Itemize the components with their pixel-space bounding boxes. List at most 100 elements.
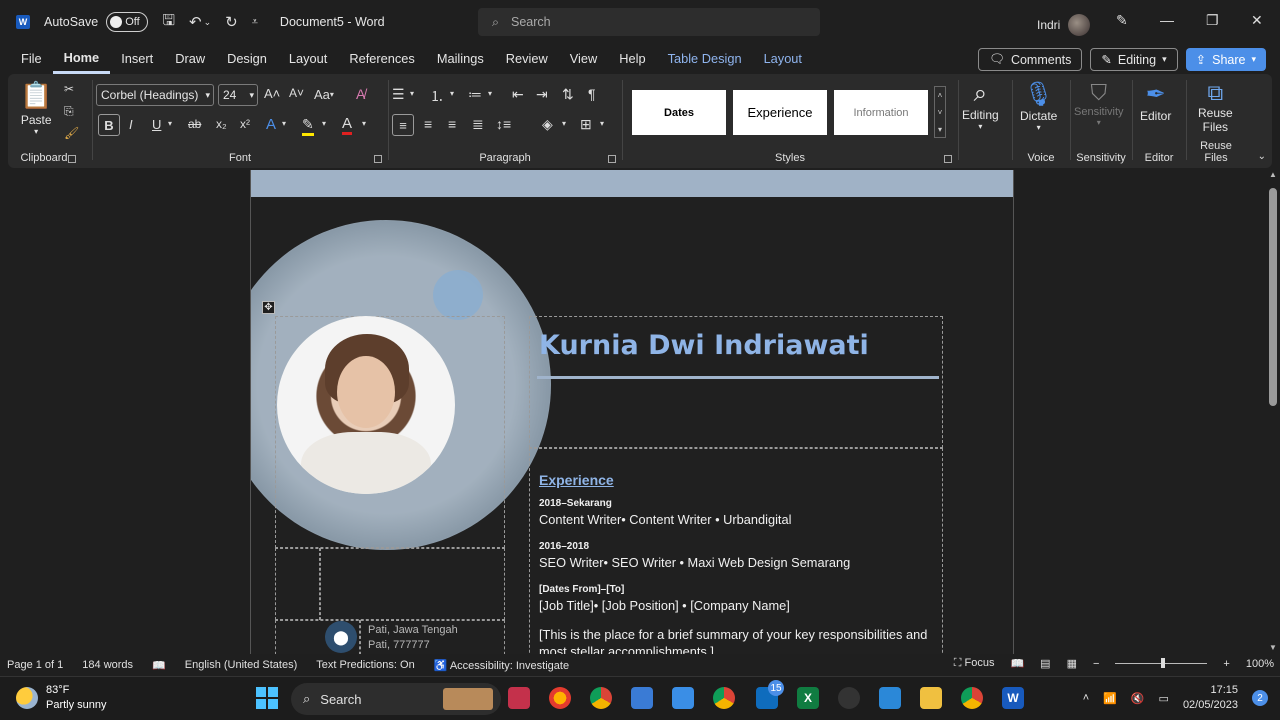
font-color-icon[interactable]: A <box>342 115 353 135</box>
chevron-down-icon[interactable]: ▾ <box>282 119 286 128</box>
style-dates[interactable]: Dates <box>632 90 726 135</box>
borders-icon[interactable]: ⊞ <box>580 116 592 133</box>
multilevel-list-icon[interactable]: ≔ <box>468 86 482 103</box>
shading-icon[interactable]: ◈ <box>542 116 553 133</box>
justify-icon[interactable]: ≣ <box>472 116 484 133</box>
store-icon[interactable] <box>631 687 653 709</box>
italic-icon[interactable]: I <box>129 117 133 132</box>
clock[interactable]: 17:15 02/05/2023 <box>1183 683 1238 713</box>
style-information[interactable]: Information <box>834 90 928 135</box>
zoom-level[interactable]: 100% <box>1246 658 1274 670</box>
focus-button[interactable]: ⛶ Focus <box>954 657 995 670</box>
tab-references[interactable]: References <box>338 44 425 74</box>
entry-1-dates[interactable]: 2018–Sekarang <box>539 498 612 509</box>
tab-design[interactable]: Design <box>216 44 278 74</box>
chevron-down-icon[interactable]: ▾ <box>322 119 326 128</box>
align-center-icon[interactable]: ≡ <box>424 116 432 132</box>
notepad-icon[interactable] <box>672 687 694 709</box>
entry-3-dates[interactable]: [Dates From]–[To] <box>539 584 624 595</box>
location-line-2[interactable]: Pati, 777777 <box>368 639 430 651</box>
notification-badge[interactable]: 2 <box>1252 690 1268 706</box>
chevron-down-icon[interactable]: ▾ <box>450 89 454 98</box>
styles-scroll[interactable]: ˄ ˅ ▾ <box>934 86 946 138</box>
page-count[interactable]: Page 1 of 1 <box>7 659 63 671</box>
align-right-icon[interactable]: ≡ <box>448 116 456 132</box>
superscript-icon[interactable]: x² <box>240 117 250 131</box>
excel-icon[interactable]: X <box>797 687 819 709</box>
chevron-down-icon[interactable]: ▾ <box>410 89 414 98</box>
dictate-button[interactable]: 🎙 Dictate ▾ <box>1020 80 1057 132</box>
chevron-down-icon[interactable]: ▾ <box>600 119 604 128</box>
pen-icon[interactable]: ✎ <box>1116 12 1128 29</box>
file-explorer-icon[interactable] <box>920 687 942 709</box>
obs-icon[interactable] <box>838 687 860 709</box>
document-canvas[interactable]: ✥ Kurnia Dwi Indriawati Experience 2018–… <box>0 168 1266 654</box>
scroll-up-icon[interactable]: ▲ <box>1269 170 1277 179</box>
weather-widget[interactable]: 83°F Partly sunny <box>16 683 107 713</box>
decrease-indent-icon[interactable]: ⇤ <box>512 86 524 103</box>
tab-table-layout[interactable]: Layout <box>753 44 813 74</box>
chrome-icon[interactable] <box>590 687 612 709</box>
taskbar-search[interactable]: ⌕ Search <box>291 683 501 715</box>
user-account[interactable]: Indri <box>1037 14 1091 36</box>
grow-font-icon[interactable]: A˄ <box>264 86 280 101</box>
search-box[interactable]: ⌕ Search <box>478 8 820 36</box>
change-case-button[interactable]: Aa ▾ <box>314 87 334 102</box>
tab-insert[interactable]: Insert <box>110 44 164 74</box>
entry-2-line[interactable]: SEO Writer• SEO Writer • Maxi Web Design… <box>539 555 850 570</box>
tab-home[interactable]: Home <box>52 44 111 74</box>
outlook-icon[interactable]: 15 <box>756 680 784 709</box>
print-layout-icon[interactable]: ▤ <box>1040 657 1050 670</box>
share-button[interactable]: ⇪ Share ▾ <box>1185 48 1266 71</box>
underline-icon[interactable]: U <box>152 117 161 132</box>
scrollbar-thumb[interactable] <box>1269 188 1277 406</box>
undo-dropdown-icon[interactable]: ⌄ <box>204 17 212 28</box>
redo-icon[interactable]: ↻ <box>225 13 238 31</box>
language[interactable]: English (United States) <box>185 659 298 671</box>
tab-mailings[interactable]: Mailings <box>426 44 495 74</box>
word-count[interactable]: 184 words <box>82 659 133 671</box>
save-icon[interactable]: 🖫 <box>162 10 175 35</box>
font-size-select[interactable]: 24 ▾ <box>218 84 258 106</box>
show-formatting-icon[interactable]: ¶ <box>588 86 596 102</box>
editor-button[interactable]: ✒ Editor <box>1140 80 1171 123</box>
chevron-down-icon[interactable]: ▾ <box>168 119 172 128</box>
entry-2-dates[interactable]: 2016–2018 <box>539 541 589 552</box>
clipboard-launcher-icon[interactable] <box>68 155 76 163</box>
paste-button[interactable]: 📋 Paste ▾ <box>20 80 52 136</box>
firefox-icon[interactable] <box>549 687 571 709</box>
summary-line-2[interactable]: most stellar accomplishments.] <box>539 644 714 654</box>
tab-draw[interactable]: Draw <box>164 44 216 74</box>
subscript-icon[interactable]: x₂ <box>216 117 227 131</box>
format-painter-icon[interactable]: 🖌 <box>64 126 79 140</box>
copy-icon[interactable]: ⎘ <box>64 104 74 119</box>
vertical-scrollbar[interactable]: ▲ ▼ <box>1266 168 1280 654</box>
chevron-down-icon[interactable]: ▾ <box>362 119 366 128</box>
accessibility-status[interactable]: ♿ Accessibility: Investigate <box>434 659 569 672</box>
reuse-files-button[interactable]: ⧉ Reuse Files <box>1198 80 1233 134</box>
tab-review[interactable]: Review <box>495 44 559 74</box>
style-experience[interactable]: Experience <box>733 90 827 135</box>
styles-launcher-icon[interactable] <box>944 155 952 163</box>
read-mode-icon[interactable]: 📖 <box>1010 657 1024 670</box>
table-move-handle-icon[interactable]: ✥ <box>262 301 275 314</box>
text-effects-icon[interactable]: A <box>266 116 276 133</box>
paragraph-launcher-icon[interactable] <box>608 155 616 163</box>
zoom-out-icon[interactable]: − <box>1093 658 1099 670</box>
tab-view[interactable]: View <box>559 44 609 74</box>
chevron-up-icon[interactable]: ˄ <box>1083 692 1089 704</box>
shrink-font-icon[interactable]: A˅ <box>289 86 304 100</box>
font-name-select[interactable]: Corbel (Headings) ▾ <box>96 84 214 106</box>
strikethrough-icon[interactable]: ab <box>188 117 201 131</box>
resume-name[interactable]: Kurnia Dwi Indriawati <box>539 330 869 361</box>
chevron-down-icon[interactable]: ▾ <box>562 119 566 128</box>
collapse-ribbon-icon[interactable]: ⌄ <box>1258 151 1266 162</box>
web-layout-icon[interactable]: ▦ <box>1067 657 1077 670</box>
tab-file[interactable]: File <box>10 44 53 74</box>
zoom-slider-thumb[interactable] <box>1161 658 1166 668</box>
tab-layout[interactable]: Layout <box>278 44 338 74</box>
tab-help[interactable]: Help <box>608 44 656 74</box>
bullets-icon[interactable]: ☰ <box>392 86 405 103</box>
experience-heading[interactable]: Experience <box>539 472 614 488</box>
bold-icon[interactable]: B <box>98 114 120 136</box>
